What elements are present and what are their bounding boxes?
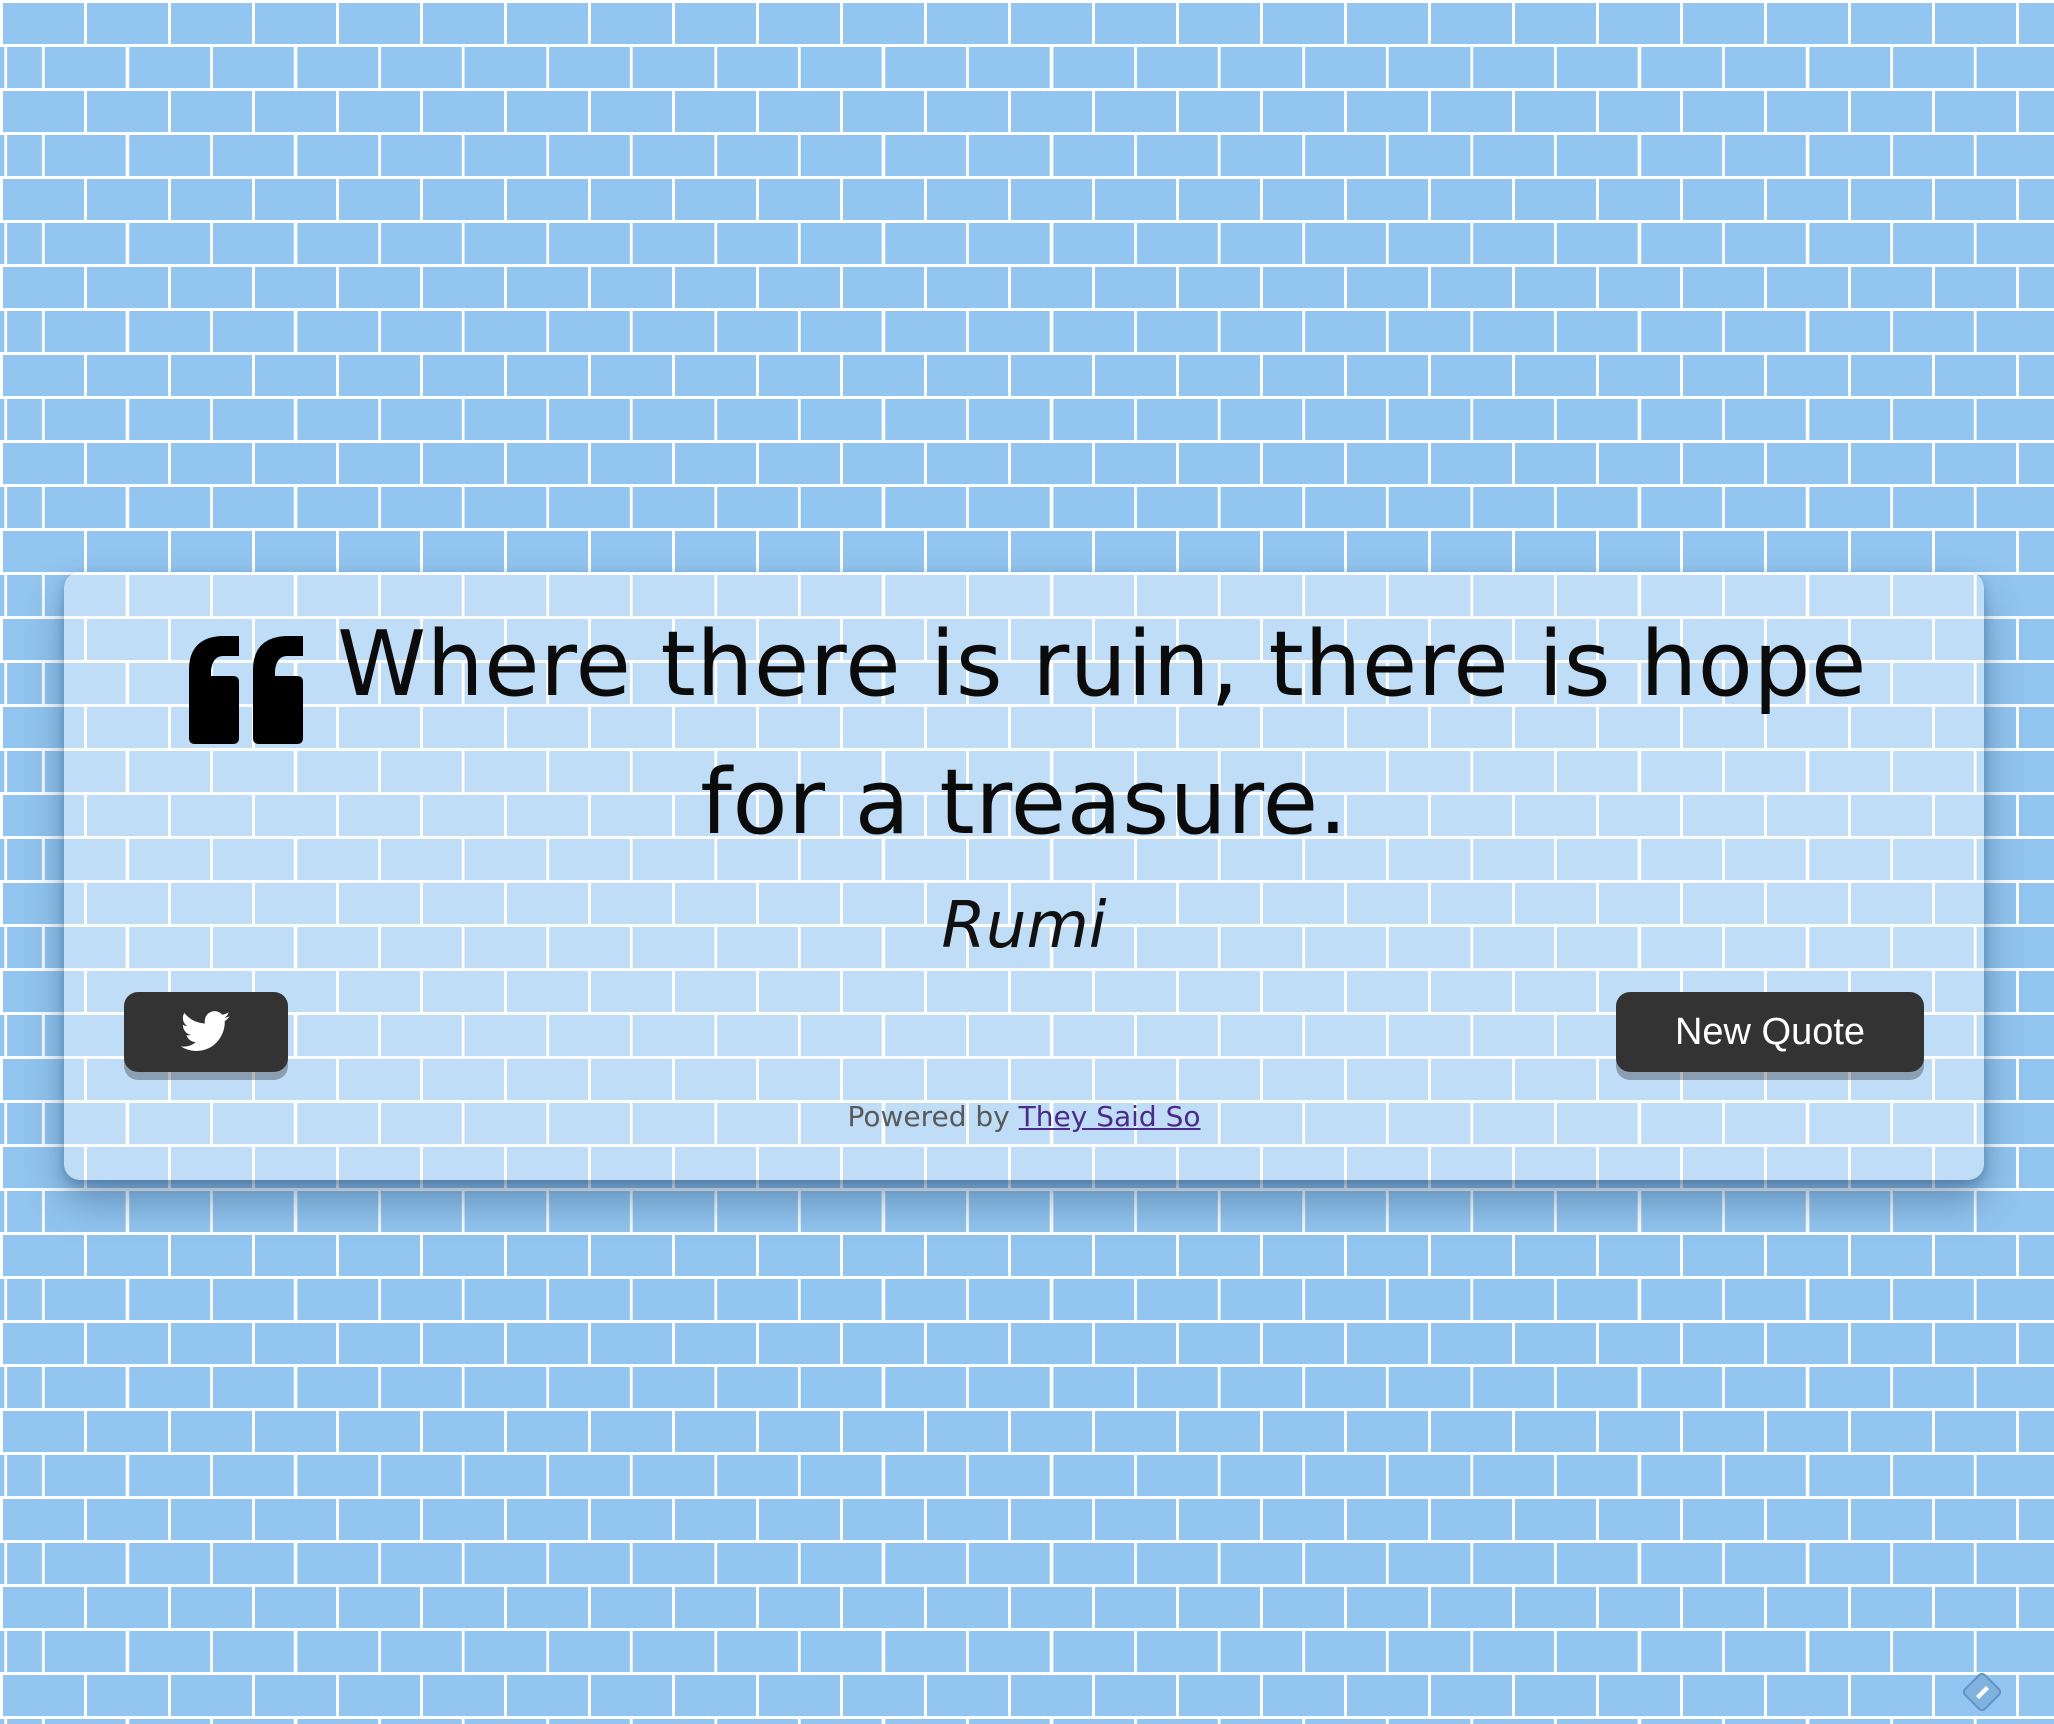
quote-left-icon [189,636,304,744]
powered-by-prefix: Powered by [847,1100,1010,1133]
powered-by: Powered by They Said So [64,1100,1984,1133]
quote-line: Where there is ruin, there is hope for a… [64,610,1984,858]
quote-box: Where there is ruin, there is hope for a… [64,572,1984,1180]
quote-author: Rumi [941,889,1107,963]
edit-pencil-icon[interactable] [1958,1668,2006,1716]
new-quote-button[interactable]: New Quote [1616,992,1924,1072]
they-said-so-link[interactable]: They Said So [1019,1100,1201,1133]
quote-text: Where there is ruin, there is hope for a… [337,612,1867,855]
tweet-button[interactable] [124,992,288,1072]
twitter-icon [181,1011,231,1051]
